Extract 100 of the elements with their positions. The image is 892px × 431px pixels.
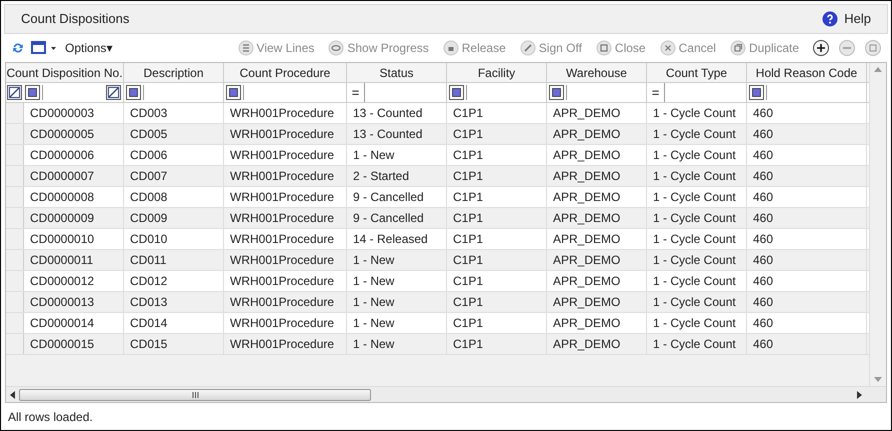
- table-cell: 1 - Cycle Count: [647, 313, 747, 333]
- table-cell: 1 - New: [347, 313, 447, 333]
- table-cell: CD0000008: [24, 187, 124, 207]
- column-header[interactable]: Hold Reason Code: [747, 63, 867, 82]
- row-selector[interactable]: [6, 313, 24, 333]
- table-cell: 13 - Counted: [347, 124, 447, 144]
- table-cell: CD0000003: [24, 103, 124, 123]
- table-cell: 14 - Released: [347, 229, 447, 249]
- filter-operator-icon[interactable]: [25, 85, 40, 100]
- scroll-down-icon[interactable]: [874, 377, 882, 382]
- table-cell: C1P1: [447, 166, 547, 186]
- scroll-thumb[interactable]: [19, 388, 371, 400]
- add-button[interactable]: [813, 40, 829, 56]
- table-cell: 1 - Cycle Count: [647, 334, 747, 354]
- column-header[interactable]: Count Disposition No.: [6, 63, 124, 82]
- table-cell: 1 - New: [347, 271, 447, 291]
- layout-icon[interactable]: [31, 41, 57, 55]
- table-cell: 460: [747, 292, 867, 312]
- column-header[interactable]: Warehouse: [547, 63, 647, 82]
- table-cell: C1P1: [447, 313, 547, 333]
- row-selector[interactable]: [6, 145, 24, 165]
- table-cell: 460: [747, 313, 867, 333]
- square-icon: [868, 43, 878, 53]
- table-cell: CD010: [124, 229, 224, 249]
- table-cell: 460: [747, 124, 867, 144]
- table-cell: APR_DEMO: [547, 250, 647, 270]
- table-cell: CD0000006: [24, 145, 124, 165]
- filter-operator[interactable]: =: [647, 82, 665, 102]
- table-cell: 1 - Cycle Count: [647, 271, 747, 291]
- table-cell: 2 - Started: [347, 166, 447, 186]
- plus-icon: [816, 43, 826, 53]
- filter-clear-icon[interactable]: [7, 85, 22, 100]
- window-title: Count Dispositions: [21, 10, 130, 28]
- help-link[interactable]: Help: [844, 9, 871, 29]
- filter-operator-icon[interactable]: [549, 85, 564, 100]
- table-cell: 1 - Cycle Count: [647, 229, 747, 249]
- lock-icon: [442, 40, 459, 56]
- help-icon[interactable]: [822, 11, 838, 27]
- table-cell: APR_DEMO: [547, 187, 647, 207]
- table-cell: 460: [747, 187, 867, 207]
- filter-operator-icon[interactable]: [449, 85, 464, 100]
- filter-operator[interactable]: =: [347, 82, 365, 102]
- table-cell: WRH001Procedure: [224, 229, 347, 249]
- row-selector[interactable]: [6, 187, 24, 207]
- table-cell: WRH001Procedure: [224, 166, 347, 186]
- table-cell: 13 - Counted: [347, 103, 447, 123]
- table-cell: 1 - Cycle Count: [647, 145, 747, 165]
- checkbox-icon: [596, 40, 612, 56]
- table-cell: 1 - Cycle Count: [647, 292, 747, 312]
- table-cell: 1 - New: [347, 250, 447, 270]
- table-cell: 1 - New: [347, 334, 447, 354]
- copy-icon: [730, 40, 746, 56]
- row-selector[interactable]: [6, 229, 24, 249]
- column-header[interactable]: Count Procedure: [224, 63, 347, 82]
- table-cell: APR_DEMO: [547, 292, 647, 312]
- table-cell: C1P1: [447, 124, 547, 144]
- table-cell: 1 - Cycle Count: [647, 250, 747, 270]
- table-cell: 460: [747, 271, 867, 291]
- table-cell: 1 - Cycle Count: [647, 103, 747, 123]
- table-cell: WRH001Procedure: [224, 124, 347, 144]
- table-cell: 460: [747, 250, 867, 270]
- row-selector[interactable]: [6, 271, 24, 291]
- table-cell: CD005: [124, 124, 224, 144]
- filter-operator-icon[interactable]: [126, 85, 141, 100]
- filter-operator-icon[interactable]: [749, 85, 764, 100]
- table-cell: APR_DEMO: [547, 124, 647, 144]
- table-cell: CD013: [124, 292, 224, 312]
- table-cell: WRH001Procedure: [224, 292, 347, 312]
- horizontal-scrollbar[interactable]: [6, 386, 886, 402]
- table-cell: CD006: [124, 145, 224, 165]
- filter-operator-icon[interactable]: [226, 85, 241, 100]
- column-header[interactable]: Status: [347, 63, 447, 82]
- scroll-up-icon[interactable]: [874, 67, 882, 72]
- refresh-icon[interactable]: [11, 41, 25, 55]
- table-cell: APR_DEMO: [547, 166, 647, 186]
- table-cell: CD015: [124, 334, 224, 354]
- filter-clear-icon[interactable]: [106, 85, 121, 100]
- table-cell: WRH001Procedure: [224, 103, 347, 123]
- table-cell: 9 - Cancelled: [347, 208, 447, 228]
- table-cell: 460: [747, 208, 867, 228]
- table-cell: CD0000009: [24, 208, 124, 228]
- table-cell: 1 - Cycle Count: [647, 166, 747, 186]
- column-header[interactable]: Facility: [447, 63, 547, 82]
- status-text: All rows loaded.: [8, 408, 93, 426]
- scroll-right-icon[interactable]: [857, 390, 862, 398]
- column-header[interactable]: Description: [124, 63, 224, 82]
- table-cell: WRH001Procedure: [224, 187, 347, 207]
- table-cell: CD009: [124, 208, 224, 228]
- pen-icon: [520, 40, 536, 56]
- options-menu[interactable]: Options▾: [65, 39, 112, 57]
- table-cell: APR_DEMO: [547, 208, 647, 228]
- table-cell: WRH001Procedure: [224, 313, 347, 333]
- column-header[interactable]: Count Type: [647, 63, 747, 82]
- table-cell: CD012: [124, 271, 224, 291]
- table-cell: 460: [747, 166, 867, 186]
- table-cell: CD0000013: [24, 292, 124, 312]
- scroll-left-icon[interactable]: [10, 390, 15, 398]
- table-cell: APR_DEMO: [547, 313, 647, 333]
- table-cell: WRH001Procedure: [224, 208, 347, 228]
- table-cell: C1P1: [447, 229, 547, 249]
